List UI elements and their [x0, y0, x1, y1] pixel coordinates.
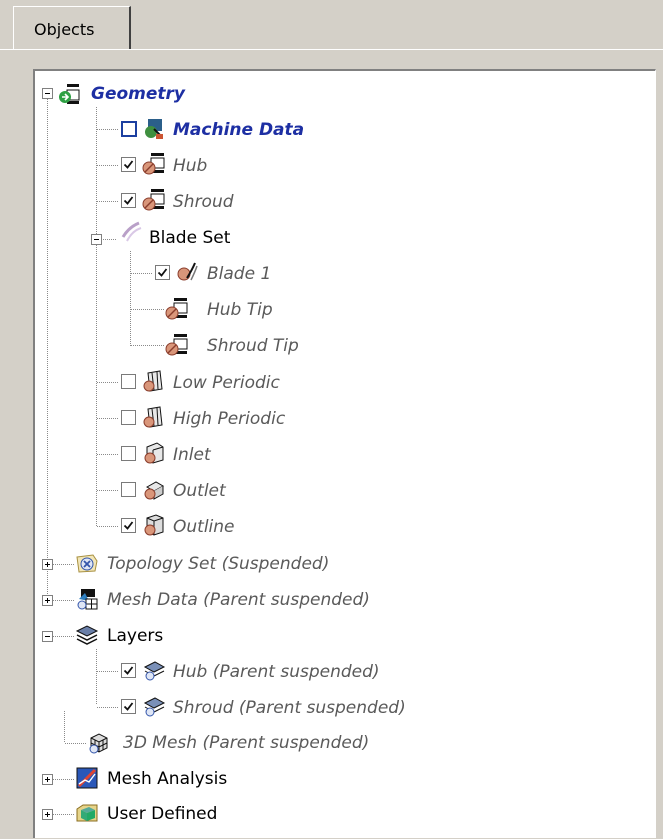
mesh-3d-icon: [89, 733, 108, 754]
expand-icon[interactable]: [42, 595, 53, 606]
tree-item-machine-data[interactable]: Machine Data: [173, 120, 304, 140]
tree-line: [97, 201, 119, 202]
object-tree[interactable]: Geometry Machine Data Hub Shroud Blade S…: [33, 69, 656, 838]
outlet-checkbox[interactable]: [121, 482, 136, 497]
tree-item-shroud-tip[interactable]: Shroud Tip: [207, 336, 299, 356]
surface-icon: [142, 189, 165, 211]
tree-item-hub-tip[interactable]: Hub Tip: [207, 300, 273, 320]
surface-icon: [165, 334, 188, 356]
expand-icon[interactable]: [42, 774, 53, 785]
collapse-icon[interactable]: [42, 631, 53, 642]
tree-line: [96, 107, 97, 527]
tree-line: [103, 239, 117, 240]
tree-line: [97, 382, 119, 383]
tree-item-user-defined[interactable]: User Defined: [107, 804, 217, 824]
expand-icon[interactable]: [42, 809, 53, 820]
tree-line: [96, 649, 97, 704]
tree-line: [97, 671, 119, 672]
shroud-checkbox[interactable]: [121, 193, 136, 208]
tree-line: [130, 251, 131, 346]
layers-icon: [75, 625, 99, 645]
tree-line: [47, 99, 48, 599]
tree-item-outline[interactable]: Outline: [173, 517, 235, 537]
tree-line: [65, 743, 87, 744]
topology-icon: [76, 554, 98, 573]
tree-item-3d-mesh[interactable]: 3D Mesh (Parent suspended): [123, 733, 369, 753]
tree-item-shroud[interactable]: Shroud: [173, 192, 234, 212]
tab-objects-label: Objects: [34, 20, 95, 39]
tree-line: [53, 779, 75, 780]
tree-line: [97, 707, 119, 708]
collapse-icon[interactable]: [91, 234, 102, 245]
tree-line: [131, 309, 165, 310]
mesh-data-icon: [77, 589, 98, 610]
tree-line: [97, 418, 119, 419]
outlet-icon: [144, 481, 165, 500]
outline-icon: [144, 514, 164, 536]
tree-item-low-periodic[interactable]: Low Periodic: [173, 373, 280, 393]
tree-line: [53, 814, 75, 815]
tree-item-mesh-analysis[interactable]: Mesh Analysis: [107, 769, 227, 789]
tree-line: [97, 129, 119, 130]
layer-icon: [143, 661, 166, 681]
tree-item-topology-set[interactable]: Topology Set (Suspended): [107, 554, 329, 574]
tree-item-geometry[interactable]: Geometry: [91, 84, 185, 104]
tree-line: [131, 273, 153, 274]
tree-item-inlet[interactable]: Inlet: [173, 445, 211, 465]
tree-line: [97, 526, 119, 527]
tree-item-blade-1[interactable]: Blade 1: [207, 264, 271, 284]
periodic-icon: [143, 370, 163, 392]
tree-item-mesh-data[interactable]: Mesh Data (Parent suspended): [107, 590, 370, 610]
tree-item-blade-set[interactable]: Blade Set: [149, 228, 230, 248]
layer-icon: [143, 697, 166, 717]
tree-line: [97, 490, 119, 491]
tree-line: [97, 454, 119, 455]
surface-icon: [165, 298, 188, 320]
geometry-icon: [59, 84, 80, 104]
user-defined-icon: [76, 804, 98, 822]
blade-icon: [177, 262, 198, 281]
tree-item-layers[interactable]: Layers: [107, 626, 163, 646]
layer-shroud-checkbox[interactable]: [121, 699, 136, 714]
tree-item-layer-hub[interactable]: Hub (Parent suspended): [173, 662, 380, 682]
hub-checkbox[interactable]: [121, 157, 136, 172]
inlet-checkbox[interactable]: [121, 446, 136, 461]
tree-item-outlet[interactable]: Outlet: [173, 481, 226, 501]
periodic-icon: [143, 406, 163, 428]
tab-bar: Objects: [0, 0, 663, 50]
tree-item-hub[interactable]: Hub: [173, 156, 207, 176]
tree-line: [53, 600, 75, 601]
machine-data-icon: [145, 119, 163, 139]
outline-checkbox[interactable]: [121, 518, 136, 533]
mesh-analysis-icon: [76, 767, 98, 789]
high-periodic-checkbox[interactable]: [121, 410, 136, 425]
machine-data-checkbox[interactable]: [121, 121, 137, 137]
tree-item-layer-shroud[interactable]: Shroud (Parent suspended): [173, 698, 406, 718]
tab-objects[interactable]: Objects: [13, 6, 131, 50]
layer-hub-checkbox[interactable]: [121, 663, 136, 678]
tree-line: [97, 165, 119, 166]
surface-icon: [142, 153, 165, 175]
collapse-icon[interactable]: [42, 88, 53, 99]
tree-line: [53, 636, 75, 637]
tree-item-high-periodic[interactable]: High Periodic: [173, 409, 285, 429]
tree-line: [53, 564, 75, 565]
inlet-icon: [144, 442, 164, 464]
expand-icon[interactable]: [42, 559, 53, 570]
tree-line: [131, 345, 165, 346]
blade-1-checkbox[interactable]: [155, 265, 170, 280]
low-periodic-checkbox[interactable]: [121, 374, 136, 389]
blade-set-icon: [121, 221, 142, 242]
tree-line: [64, 711, 65, 743]
